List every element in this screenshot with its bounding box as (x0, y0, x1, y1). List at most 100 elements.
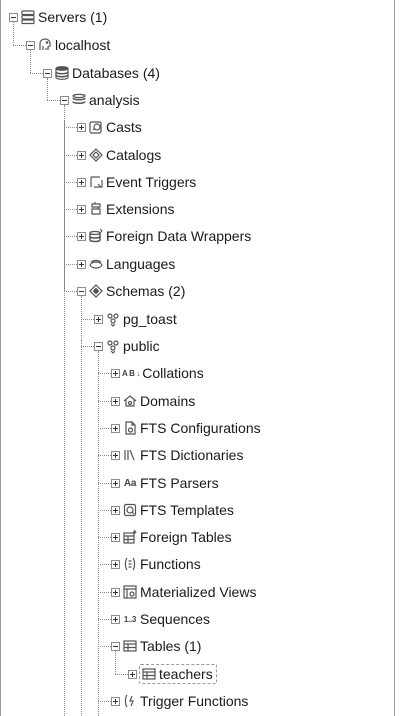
tree-node-label: Languages (106, 256, 176, 272)
tree-node-servers-1[interactable]: Servers (1) (20, 6, 107, 28)
expand-toggle-fts-templates[interactable] (111, 506, 120, 515)
tree-node-label: FTS Templates (140, 502, 234, 518)
fts-config-icon (122, 420, 138, 436)
tree-node-fts-configurations[interactable]: FTS Configurations (122, 417, 261, 439)
extension-icon (88, 201, 104, 217)
tree-node-foreign-tables[interactable]: Foreign Tables (122, 526, 232, 548)
tree-connector-vertical (81, 340, 82, 716)
tree-node-extensions[interactable]: Extensions (88, 198, 174, 220)
expand-toggle-teachers[interactable] (128, 670, 137, 679)
tree-node-label: analysis (89, 92, 140, 108)
tree-connector-vertical (98, 701, 99, 716)
expand-toggle-event-triggers[interactable] (77, 178, 86, 187)
collapse-toggle-tables-1[interactable] (111, 642, 120, 651)
casts-icon (88, 119, 104, 135)
expand-toggle-languages[interactable] (77, 260, 86, 269)
tree-node-label: Foreign Data Wrappers (106, 228, 252, 244)
expand-toggle-materialized-views[interactable] (111, 588, 120, 597)
tree-node-pg-toast[interactable]: pg_toast (105, 308, 177, 330)
expand-toggle-trigger-functions[interactable] (111, 697, 120, 706)
tree-node-materialized-views[interactable]: Materialized Views (122, 581, 256, 603)
expand-toggle-sequences[interactable] (111, 615, 120, 624)
expand-toggle-casts[interactable] (77, 123, 86, 132)
tree-node-teachers[interactable]: teachers (139, 663, 217, 685)
tree-node-label: Foreign Tables (140, 529, 232, 545)
tree-node-functions[interactable]: Functions (122, 553, 201, 575)
tree-node-databases-4[interactable]: Databases (4) (54, 62, 160, 84)
tree-node-tables-1[interactable]: Tables (1) (122, 635, 201, 657)
expand-toggle-functions[interactable] (111, 560, 120, 569)
expand-toggle-foreign-tables[interactable] (111, 533, 120, 542)
tree-node-public[interactable]: public (105, 335, 160, 357)
collapse-toggle-databases-4[interactable] (43, 69, 52, 78)
tree-connector-vertical (81, 296, 82, 346)
tree-node-fts-parsers[interactable]: Aa FTS Parsers (122, 472, 219, 494)
foreign-data-wrapper-icon (88, 228, 104, 244)
tree-node-label: FTS Parsers (140, 475, 219, 491)
expand-toggle-extensions[interactable] (77, 205, 86, 214)
collapse-toggle-analysis[interactable] (60, 96, 69, 105)
fts-parser-icon: Aa (123, 477, 137, 489)
tree-connector-vertical (98, 351, 99, 701)
fts-dictionary-icon (122, 447, 138, 463)
tree-node-label: Casts (106, 119, 142, 135)
tree-node-label: Catalogs (106, 147, 162, 163)
tree-node-sequences[interactable]: 1..3 Sequences (122, 608, 210, 630)
tree-node-label: Trigger Functions (140, 693, 249, 709)
tree-node-label: FTS Dictionaries (140, 447, 244, 463)
tree-node-casts[interactable]: Casts (88, 116, 142, 138)
tree-node-label: public (123, 338, 160, 354)
tree-node-label: Schemas (2) (106, 283, 186, 299)
tree-node-languages[interactable]: Languages (88, 253, 175, 275)
expand-toggle-domains[interactable] (111, 397, 120, 406)
database-icon (71, 92, 87, 108)
tree-connector-vertical (47, 78, 48, 100)
tree-node-foreign-data-wrappers[interactable]: Foreign Data Wrappers (88, 225, 251, 247)
expand-toggle-fts-configurations[interactable] (111, 424, 120, 433)
function-icon (122, 556, 138, 572)
expand-toggle-catalogs[interactable] (77, 151, 86, 160)
catalog-icon (88, 147, 104, 163)
tree-node-collations[interactable]: A B ↓ Collations (122, 362, 204, 384)
collapse-toggle-localhost[interactable] (26, 41, 35, 50)
materialized-view-icon (122, 584, 138, 600)
tree-node-event-triggers[interactable]: Event Triggers (88, 171, 196, 193)
tree-node-catalogs[interactable]: Catalogs (88, 144, 161, 166)
tree-connector-vertical (64, 120, 65, 716)
tree-node-trigger-functions[interactable]: Trigger Functions (122, 690, 248, 712)
tree-node-label: Tables (1) (140, 638, 202, 654)
schema-grid-icon (105, 311, 121, 327)
tree-node-fts-templates[interactable]: FTS Templates (122, 499, 234, 521)
expand-toggle-pg-toast[interactable] (94, 315, 103, 324)
tree-node-schemas-2[interactable]: Schemas (2) (88, 280, 185, 302)
tree-node-localhost[interactable]: localhost (37, 34, 110, 56)
tree-node-label: Servers (1) (38, 9, 108, 25)
tree-node-label: Databases (4) (72, 65, 160, 81)
schema-icon (88, 283, 104, 299)
expand-toggle-fts-dictionaries[interactable] (111, 451, 120, 460)
collation-icon: A B ↓ (122, 368, 141, 378)
tree-connector-vertical (30, 50, 31, 73)
domain-icon (122, 393, 138, 409)
collapse-toggle-schemas-2[interactable] (77, 287, 86, 296)
collapse-toggle-servers-1[interactable] (9, 13, 18, 22)
databases-icon (54, 65, 70, 81)
tree-node-label: Materialized Views (140, 584, 257, 600)
foreign-table-icon (122, 529, 138, 545)
event-trigger-icon (88, 174, 104, 190)
elephant-icon (37, 37, 53, 53)
sequence-icon: 1..3 (123, 614, 137, 624)
expand-toggle-fts-parsers[interactable] (111, 479, 120, 488)
expand-toggle-collations[interactable] (111, 369, 120, 378)
tree-node-label: teachers (159, 666, 213, 682)
tree-node-label: Sequences (140, 611, 211, 627)
tree-node-analysis[interactable]: analysis (71, 89, 140, 111)
tree-node-fts-dictionaries[interactable]: FTS Dictionaries (122, 444, 243, 466)
collapse-toggle-public[interactable] (94, 342, 103, 351)
expand-toggle-foreign-data-wrappers[interactable] (77, 232, 86, 241)
tree-node-label: Functions (140, 556, 201, 572)
tree-node-domains[interactable]: Domains (122, 390, 195, 412)
tree-node-label: pg_toast (123, 311, 177, 327)
object-browser-tree: Servers (1) localhost Databases (4) analysi… (0, 0, 399, 716)
tree-connector-vertical (13, 22, 14, 45)
